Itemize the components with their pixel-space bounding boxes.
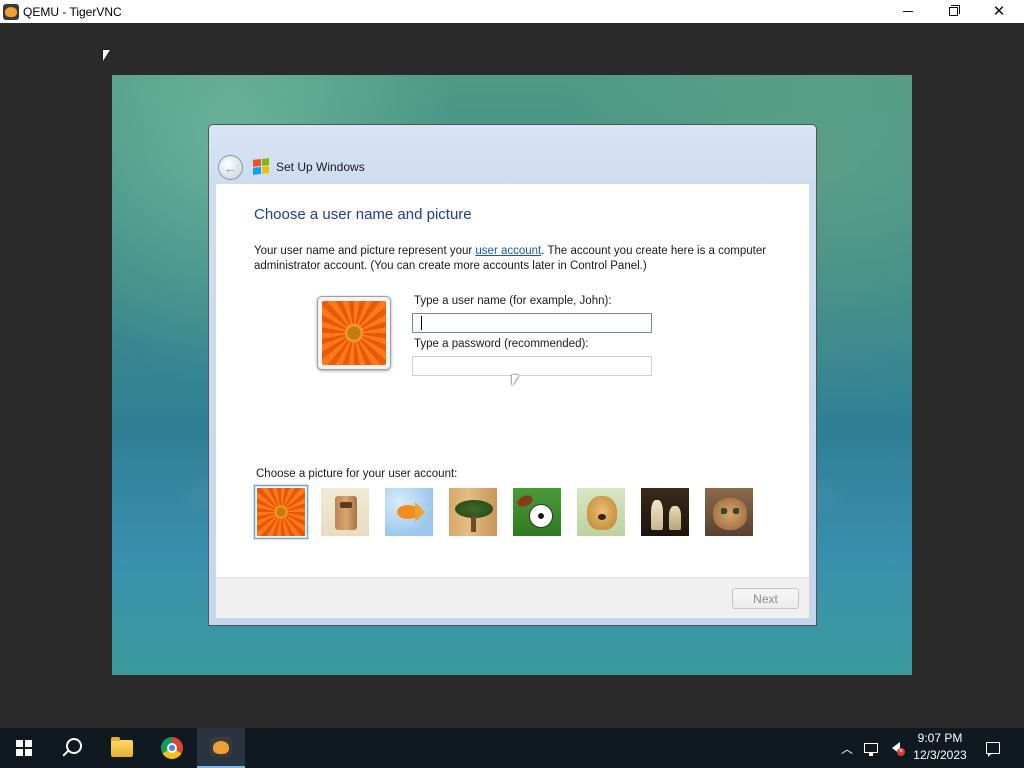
picture-chooser-label: Choose a picture for your user account: (256, 468, 458, 480)
restore-icon (948, 5, 960, 16)
folder-icon (111, 736, 133, 757)
picture-chooser (254, 485, 754, 539)
network-icon (864, 743, 878, 756)
back-button[interactable]: ← (218, 155, 243, 180)
user-account-link[interactable]: user account (475, 245, 541, 257)
selected-user-picture (317, 296, 391, 370)
page-heading: Choose a user name and picture (254, 206, 472, 223)
picture-option-chess[interactable] (640, 487, 690, 537)
picture-option-flower[interactable] (254, 485, 308, 539)
tigervnc-taskbar-button[interactable] (197, 728, 245, 768)
restore-button[interactable] (930, 0, 976, 23)
bonsai-picture-icon (449, 488, 497, 536)
password-input[interactable] (412, 356, 652, 376)
picture-option-fish[interactable] (384, 487, 434, 537)
network-button[interactable] (861, 728, 881, 768)
search-button[interactable] (48, 728, 96, 768)
notification-icon (986, 742, 1000, 757)
cat-picture-icon (705, 488, 753, 536)
start-button[interactable] (0, 728, 48, 768)
close-icon: ✕ (992, 2, 1006, 20)
dialog-footer: Next (216, 577, 809, 618)
host-titlebar: QEMU - TigerVNC ✕ (0, 0, 1024, 23)
description-text: Your user name and picture represent you… (254, 244, 774, 274)
search-icon (66, 738, 82, 754)
notifications-button[interactable] (978, 728, 1008, 768)
username-input[interactable] (412, 313, 652, 333)
volume-button[interactable] (885, 728, 907, 768)
picture-option-sports-balls[interactable] (512, 487, 562, 537)
picture-option-dog[interactable] (576, 487, 626, 537)
tigervnc-icon (210, 737, 232, 757)
clock-time: 9:07 PM (917, 731, 963, 745)
picture-option-robot[interactable] (320, 487, 370, 537)
minimize-button[interactable] (885, 0, 931, 23)
flower-picture-icon (257, 488, 305, 536)
chrome-icon (161, 737, 183, 759)
password-label: Type a password (recommended): (414, 338, 589, 350)
picture-option-bonsai[interactable] (448, 487, 498, 537)
chrome-button[interactable] (148, 728, 196, 768)
guest-mouse-cursor-icon (512, 375, 519, 386)
show-hidden-icons-button[interactable]: ︿ (837, 728, 857, 768)
description-part-1: Your user name and picture represent you… (254, 245, 476, 257)
guest-desktop: ← Set Up Windows Choose a user name and … (112, 75, 912, 675)
next-button[interactable]: Next (732, 588, 799, 609)
file-explorer-button[interactable] (98, 728, 146, 768)
host-window-title: QEMU - TigerVNC (23, 4, 122, 19)
fish-picture-icon (385, 488, 433, 536)
text-caret (421, 316, 422, 330)
windows-flag-icon (253, 158, 269, 175)
username-label: Type a user name (for example, John): (414, 295, 612, 307)
windows-logo-icon (16, 740, 32, 756)
robot-picture-icon (321, 488, 369, 536)
clock-date: 12/3/2023 (913, 748, 967, 762)
clock[interactable]: 9:07 PM 12/3/2023 (908, 730, 972, 766)
dialog-title: Set Up Windows (276, 160, 365, 174)
sports-balls-picture-icon (513, 488, 561, 536)
flower-picture-icon (322, 301, 386, 365)
taskbar: ︿ × 9:07 PM 12/3/2023 (0, 728, 1024, 768)
tigervnc-icon (3, 3, 19, 20)
mouse-cursor-icon (103, 50, 110, 61)
muted-badge-icon: × (897, 748, 905, 756)
dog-picture-icon (577, 488, 625, 536)
chevron-up-icon: ︿ (840, 741, 853, 756)
picture-option-cat[interactable] (704, 487, 754, 537)
chess-picture-icon (641, 488, 689, 536)
close-button[interactable]: ✕ (976, 0, 1022, 23)
minimize-icon (903, 11, 913, 12)
back-arrow-icon: ← (223, 159, 238, 176)
dialog-header: ← Set Up Windows (209, 125, 816, 184)
